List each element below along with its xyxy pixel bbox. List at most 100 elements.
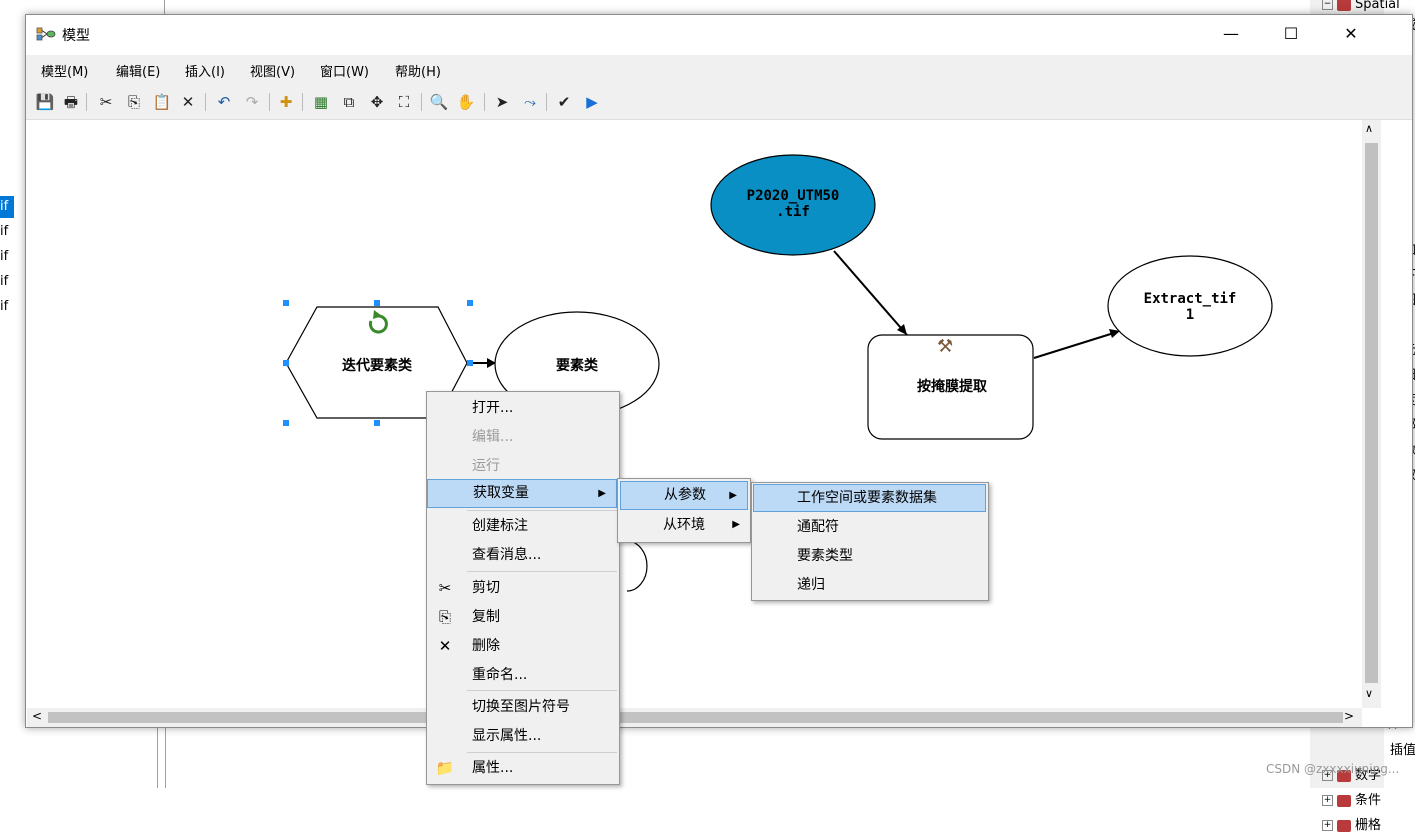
background-divider (165, 720, 166, 788)
minimize-button[interactable]: — (1202, 15, 1260, 53)
submenu-arrow-icon: ▶ (598, 488, 606, 499)
menu-item-show-properties[interactable]: 显示属性... (427, 723, 619, 749)
menu-item-label: 复制 (472, 609, 500, 625)
context-menu: 打开... 编辑... 运行 获取变量 ▶ 创建标注 查看消息... ✂ 剪切 ⎘ 复… (426, 391, 620, 785)
select-icon[interactable]: ➤ (492, 92, 512, 112)
scroll-right-icon[interactable]: > (1344, 709, 1354, 723)
maximize-button[interactable]: ☐ (1262, 15, 1320, 53)
tree-expand-icon[interactable]: − (1322, 0, 1333, 10)
cut-icon[interactable]: ✂ (96, 92, 116, 112)
hammer-icon: ⚒ (937, 336, 954, 357)
menu-item-copy[interactable]: ⎘ 复制 (427, 604, 619, 630)
selection-handle[interactable] (283, 420, 289, 426)
toolbox-item-label: 条件 (1355, 793, 1382, 808)
raster-input-label: P2020_UTM50 .tif (746, 188, 840, 220)
submenu-arrow-icon: ▶ (729, 490, 737, 501)
scroll-left-icon[interactable]: < (32, 709, 42, 723)
left-list-item[interactable]: if (0, 246, 14, 268)
toolbox-item-label: 插值 (1390, 743, 1415, 758)
horizontal-scroll-thumb[interactable] (48, 712, 1343, 723)
close-button[interactable]: ✕ (1322, 15, 1380, 53)
menu-item-label: 删除 (472, 638, 500, 654)
menu-item-label: 切换至图片符号 (472, 699, 570, 715)
toolbox-toolset-item[interactable]: + 条件 (1322, 788, 1381, 813)
vertical-scroll-thumb[interactable] (1365, 143, 1378, 683)
selection-handle[interactable] (283, 300, 289, 306)
menu-item-edit[interactable]: 编辑... (427, 424, 619, 450)
print-icon[interactable]: 🖶 (61, 92, 81, 112)
menu-item-label: 属性... (472, 760, 514, 776)
tree-expand-icon[interactable]: + (1322, 795, 1333, 806)
selection-handle[interactable] (467, 360, 473, 366)
menu-item-from-environment[interactable]: 从环境 ▶ (618, 512, 750, 538)
add-data-icon[interactable]: ✚ (276, 92, 296, 112)
menu-item-properties[interactable]: 📁 属性... (427, 755, 619, 781)
zoom-icon[interactable]: 🔍 (429, 92, 449, 112)
menu-item-view-messages[interactable]: 查看消息... (427, 542, 619, 568)
fixed-zoom-out-icon[interactable]: ⛶ (394, 92, 414, 112)
model-window: 模型 — ☐ ✕ 模型(M) 编辑(E) 插入(I) 视图(V) 窗口(W) 帮… (25, 14, 1413, 728)
menu-insert[interactable]: 插入(I) (185, 61, 225, 80)
menu-item-delete[interactable]: ✕ 删除 (427, 633, 619, 659)
redo-icon[interactable]: ↷ (242, 92, 262, 112)
toolbox-icon (1337, 819, 1351, 832)
menu-item-wildcard[interactable]: 通配符 (752, 514, 988, 540)
scroll-up-icon[interactable]: ∧ (1365, 122, 1373, 135)
title-bar[interactable]: 模型 — ☐ ✕ (26, 15, 1412, 53)
selection-handle[interactable] (283, 360, 289, 366)
model-canvas[interactable]: 迭代要素类 要素类 P2020_UTM50 .tif 按掩膜提取 Extract… (27, 120, 1361, 708)
menu-item-feature-type[interactable]: 要素类型 (752, 543, 988, 569)
toolbox-item-label: Spatial (1355, 0, 1400, 12)
menu-item-workspace-dataset[interactable]: 工作空间或要素数据集 (753, 484, 986, 512)
menu-item-recursive[interactable]: 递归 (752, 572, 988, 598)
toolbar-separator (205, 93, 206, 111)
save-icon[interactable]: 💾 (35, 92, 55, 112)
menu-bar: 模型(M) 编辑(E) 插入(I) 视图(V) 窗口(W) 帮助(H) (26, 55, 1412, 85)
undo-icon[interactable]: ↶ (214, 92, 234, 112)
left-list-item[interactable]: if (0, 221, 14, 243)
menu-view[interactable]: 视图(V) (250, 61, 295, 80)
menu-item-cut[interactable]: ✂ 剪切 (427, 575, 619, 601)
validate-icon[interactable]: ✔ (554, 92, 574, 112)
menu-edit[interactable]: 编辑(E) (116, 61, 160, 80)
menu-item-label: 打开... (472, 400, 514, 416)
menu-item-create-label[interactable]: 创建标注 (427, 513, 619, 539)
menu-item-label: 编辑... (472, 429, 514, 445)
menu-item-open[interactable]: 打开... (427, 395, 619, 421)
menu-window[interactable]: 窗口(W) (320, 61, 369, 80)
selection-handle[interactable] (467, 300, 473, 306)
menu-item-run[interactable]: 运行 (427, 453, 619, 479)
menu-item-switch-picture-symbol[interactable]: 切换至图片符号 (427, 694, 619, 720)
left-list-item[interactable]: if (0, 271, 14, 293)
menu-item-label: 重命名... (472, 667, 528, 683)
toolbox-toolset-item[interactable]: + 栅格 (1322, 813, 1381, 838)
connect-icon[interactable]: ⤳ (520, 92, 540, 112)
copy-icon[interactable]: ⎘ (124, 92, 144, 112)
left-list-item[interactable]: if (0, 196, 14, 218)
menu-item-label: 从环境 (663, 517, 705, 533)
menu-model[interactable]: 模型(M) (41, 61, 88, 80)
toolbox-toolset-item[interactable]: 插值 (1386, 738, 1415, 763)
menu-item-label: 递归 (797, 577, 825, 593)
pan-icon[interactable]: ✋ (456, 92, 476, 112)
fixed-zoom-in-icon[interactable]: ✥ (367, 92, 387, 112)
selection-handle[interactable] (374, 300, 380, 306)
scroll-down-icon[interactable]: ∨ (1365, 687, 1373, 700)
selection-handle[interactable] (374, 420, 380, 426)
run-icon[interactable]: ▶ (582, 92, 602, 112)
menu-item-get-variable[interactable]: 获取变量 ▶ (427, 479, 617, 508)
left-list-item[interactable]: if (0, 296, 14, 318)
menu-separator (467, 571, 617, 572)
menu-item-label: 工作空间或要素数据集 (797, 490, 937, 506)
menu-item-from-parameter[interactable]: 从参数 ▶ (620, 481, 748, 510)
paste-icon[interactable]: 📋 (152, 92, 172, 112)
auto-layout-icon[interactable]: ▦ (311, 92, 331, 112)
background-divider (157, 720, 158, 788)
full-extent-icon[interactable]: ⧉ (339, 92, 359, 112)
delete-icon[interactable]: ✕ (178, 92, 198, 112)
menu-item-rename[interactable]: 重命名... (427, 662, 619, 688)
menu-help[interactable]: 帮助(H) (395, 61, 441, 80)
tree-expand-icon[interactable]: + (1322, 820, 1333, 831)
submenu-arrow-icon: ▶ (732, 519, 740, 530)
cut-icon: ✂ (438, 579, 452, 597)
